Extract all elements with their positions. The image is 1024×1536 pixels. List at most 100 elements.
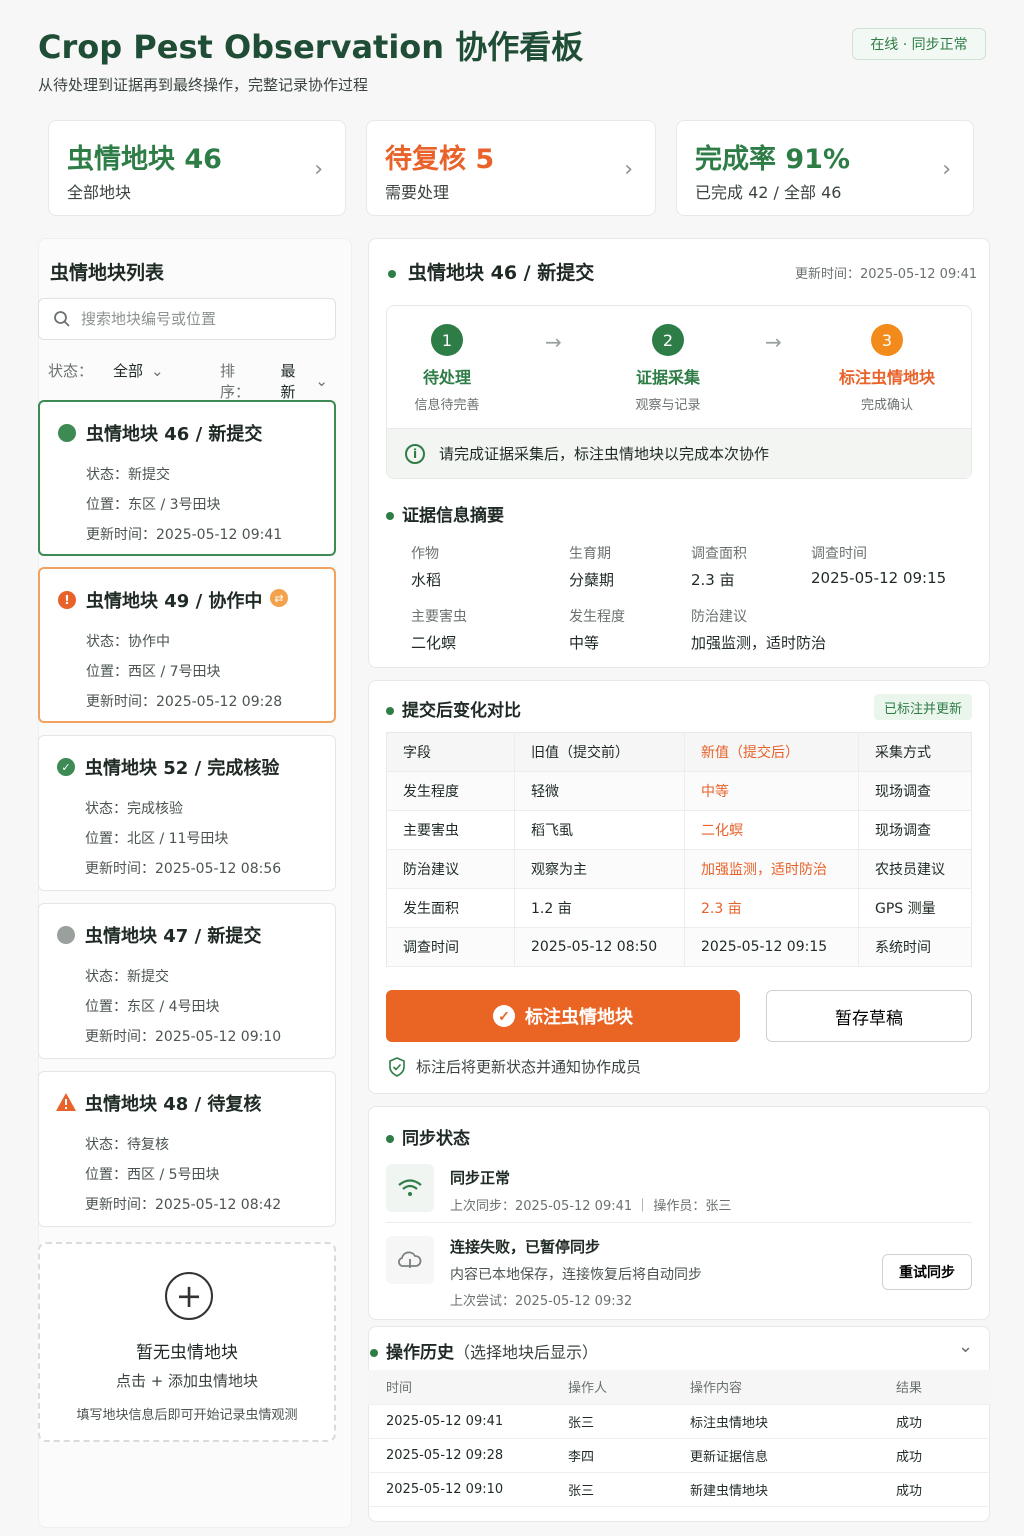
sort-filter-value: 最新	[280, 362, 296, 401]
list-item-location: 位置：东区 / 4号田块	[85, 999, 220, 1015]
check-circle-icon: ✓	[57, 758, 75, 776]
table-cell: 主要害虫	[386, 810, 515, 850]
list-item[interactable]: 虫情地块 47 / 新提交 状态：新提交 位置：东区 / 4号田块 更新时间：2…	[38, 903, 336, 1059]
search-input[interactable]	[81, 310, 321, 328]
stat-total-value: 虫情地块 46	[67, 144, 222, 175]
empty-state-card[interactable]: + 暂无虫情地块 点击 + 添加虫情地块 填写地块信息后即可开始记录虫情观测	[38, 1242, 336, 1442]
list-item[interactable]: ✓ 虫情地块 52 / 完成核验 状态：完成核验 位置：北区 / 11号田块 更…	[38, 735, 336, 891]
stat-pending-value: 待复核 5	[385, 144, 495, 175]
status-filter-label: 状态：	[48, 362, 94, 380]
table-cell: 成功	[878, 1438, 990, 1473]
step-mark: 3 标注虫情地块 完成确认	[817, 324, 957, 413]
step-pending: 1 待处理 信息待完善	[377, 324, 517, 413]
history-header[interactable]: 操作历史（选择地块后显示）	[370, 1338, 598, 1363]
history-title: 操作历史	[386, 1343, 454, 1363]
table-header: 时间	[368, 1370, 550, 1405]
page-title: Crop Pest Observation 协作看板	[38, 28, 584, 66]
list-item-updated: 更新时间：2025-05-12 09:28	[86, 694, 283, 710]
filter-bar: 状态： 全部 ⌄ 排序： 最新 ⌄	[48, 360, 328, 402]
info-icon: i	[405, 443, 425, 464]
retry-sync-button[interactable]: 重试同步	[882, 1254, 972, 1290]
warning-icon	[56, 1093, 76, 1111]
list-item-status: 状态：协作中	[86, 634, 170, 650]
table-cell: 现场调查	[858, 810, 972, 850]
table-header: 操作人	[550, 1370, 672, 1405]
table-cell: 调查时间	[386, 927, 515, 967]
step-label: 证据采集	[635, 368, 700, 387]
table-row: 主要害虫 稻飞虱 二化螟 现场调查	[386, 810, 972, 850]
table-cell: 张三	[550, 1404, 672, 1439]
step-number: 3	[871, 324, 903, 356]
online-status-badge: 在线 · 同步正常	[852, 28, 986, 60]
table-cell: 稻飞虱	[514, 810, 685, 850]
detail-updated-time: 更新时间：2025-05-12 09:41	[795, 267, 978, 282]
step-label: 待处理	[422, 368, 471, 387]
table-cell: 张三	[550, 1472, 672, 1507]
mark-note-text: 标注后将更新状态并通知协作成员	[416, 1058, 642, 1076]
table-row: 2025-05-12 09:41 张三 标注虫情地块 成功	[368, 1404, 990, 1439]
table-header: 操作内容	[672, 1370, 878, 1405]
save-draft-button[interactable]: 暂存草稿	[766, 990, 972, 1042]
table-cell: 二化螟	[684, 810, 859, 850]
list-item-location: 位置：西区 / 5号田块	[85, 1167, 220, 1183]
table-header: 新值（提交后）	[684, 732, 859, 772]
table-cell: 2025-05-12 09:41	[368, 1404, 550, 1439]
detail-title-text: 虫情地块 46 / 新提交	[408, 262, 595, 284]
sort-filter[interactable]: 排序： 最新 ⌄	[220, 360, 328, 402]
step-evidence: 2 证据采集 观察与记录	[598, 324, 738, 413]
list-item-title: 虫情地块 47 / 新提交	[85, 926, 262, 947]
step-desc: 信息待完善	[414, 398, 480, 413]
list-item-title: 虫情地块 49 / 协作中	[86, 591, 263, 612]
table-cell: 农技员建议	[858, 849, 972, 889]
stat-completion-value: 完成率 91%	[695, 144, 851, 175]
sort-filter-label: 排序：	[220, 362, 251, 401]
table-header-row: 字段 旧值（提交前） 新值（提交后） 采集方式	[386, 732, 972, 772]
table-cell: 中等	[684, 771, 859, 811]
table-cell: 2025-05-12 09:10	[368, 1472, 550, 1507]
status-filter[interactable]: 状态： 全部 ⌄	[48, 360, 164, 381]
add-plus-icon[interactable]: +	[165, 1272, 213, 1320]
table-cell: 李四	[550, 1438, 672, 1473]
table-row: 调查时间 2025-05-12 08:50 2025-05-12 09:15 系…	[386, 927, 972, 967]
list-item-updated: 更新时间：2025-05-12 09:41	[86, 527, 283, 543]
table-row: 发生面积 1.2 亩 2.3 亩 GPS 测量	[386, 888, 972, 928]
list-item[interactable]: 虫情地块 46 / 新提交 状态：新提交 位置：东区 / 3号田块 更新时间：2…	[38, 400, 336, 556]
summary-value: 2.3 亩	[691, 571, 735, 589]
summary-label: 调查时间	[811, 546, 867, 562]
table-cell: 发生面积	[386, 888, 515, 928]
list-item-status: 状态：完成核验	[85, 801, 183, 817]
stat-card-completion[interactable]: 完成率 91% 已完成 42 / 全部 46 ›	[676, 120, 974, 216]
search-box[interactable]	[38, 298, 336, 340]
mark-plot-button[interactable]: ✓ 标注虫情地块	[386, 990, 740, 1042]
sync-fail-last: 上次尝试：2025-05-12 09:32	[450, 1294, 633, 1309]
status-filter-value: 全部	[113, 362, 144, 380]
step-number: 2	[652, 324, 684, 356]
stat-card-pending[interactable]: 待复核 5 需要处理 ›	[366, 120, 656, 216]
list-item-status: 状态：待复核	[85, 1137, 169, 1153]
list-item[interactable]: ! 虫情地块 49 / 协作中 ⇄ 状态：协作中 位置：西区 / 7号田块 更新…	[38, 567, 336, 723]
sync-fail-title: 连接失败，已暂停同步	[450, 1238, 601, 1256]
search-icon	[54, 311, 70, 327]
shield-check-icon	[389, 1056, 405, 1077]
list-item[interactable]: 虫情地块 48 / 待复核 状态：待复核 位置：西区 / 5号田块 更新时间：2…	[38, 1071, 336, 1227]
step-label: 标注虫情地块	[838, 368, 935, 387]
list-item-title: 虫情地块 46 / 新提交	[86, 424, 263, 445]
cloud-offline-icon	[386, 1236, 434, 1284]
summary-title: 证据信息摘要	[386, 501, 504, 526]
page-subtitle: 从待处理到证据再到最终操作，完整记录协作过程	[38, 76, 369, 94]
table-cell: 发生程度	[386, 771, 515, 811]
summary-title-text: 证据信息摘要	[402, 506, 504, 526]
stat-card-total[interactable]: 虫情地块 46 全部地块 ›	[48, 120, 346, 216]
status-dot-icon	[58, 424, 76, 442]
sync-title: 同步状态	[386, 1124, 470, 1149]
table-cell: 2025-05-12 09:15	[684, 927, 859, 967]
table-header: 字段	[386, 732, 515, 772]
chevron-down-icon[interactable]: ⌄	[958, 1336, 973, 1357]
list-item-location: 位置：东区 / 3号田块	[86, 497, 221, 513]
check-circle-icon: ✓	[493, 1005, 515, 1027]
step-number: 1	[431, 324, 463, 356]
empty-state-title: 暂无虫情地块	[136, 1343, 238, 1363]
table-cell: 成功	[878, 1472, 990, 1507]
table-header: 采集方式	[858, 732, 972, 772]
divider	[386, 1222, 972, 1223]
